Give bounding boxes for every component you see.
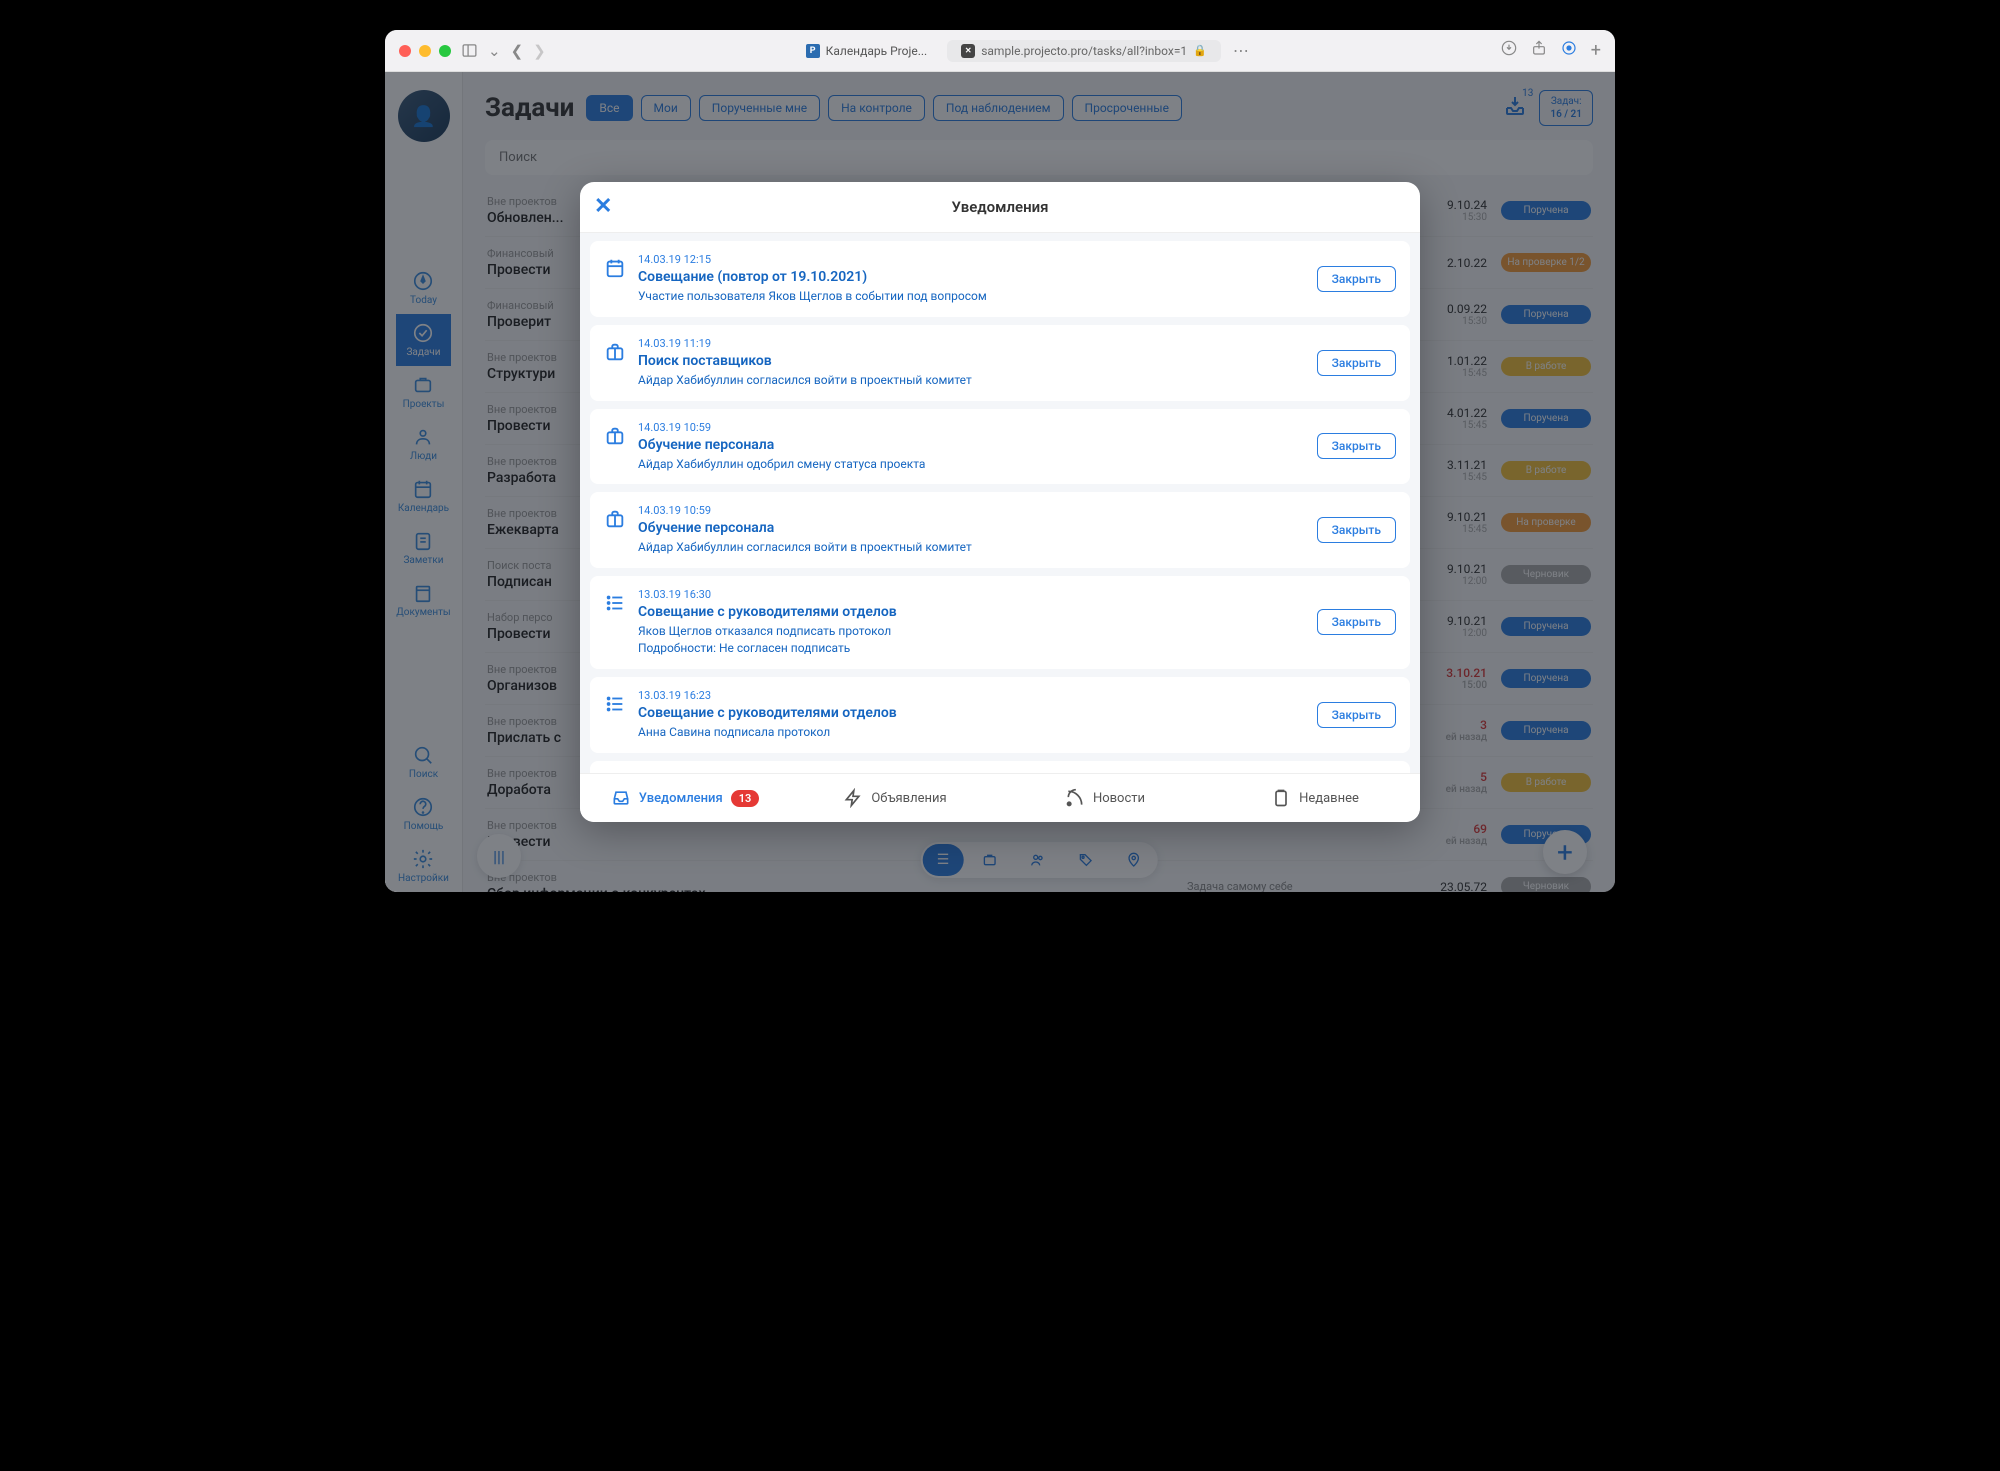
browser-tab[interactable]: P Календарь Proje... (796, 40, 938, 62)
notification-desc: Айдар Хабибуллин одобрил смену статуса п… (638, 456, 1305, 473)
sidebar-toggle-icon[interactable] (461, 42, 478, 59)
lock-icon: 🔒 (1193, 44, 1207, 57)
close-window-icon[interactable] (399, 45, 411, 57)
dismiss-notification-button[interactable]: Закрыть (1317, 433, 1396, 459)
notifications-modal: ✕ Уведомления 14.03.19 12:15 Совещание (… (580, 182, 1420, 822)
notification-desc: Яков Щеглов отказался подписать протокол… (638, 623, 1305, 657)
modal-tab-1[interactable]: Объявления (790, 774, 1000, 822)
chevron-down-icon[interactable]: ⌄ (488, 42, 501, 60)
traffic-lights[interactable] (399, 45, 451, 57)
modal-tab-2[interactable]: Новости (1000, 774, 1210, 822)
share-icon[interactable] (1531, 40, 1547, 61)
notification-timestamp: 14.03.19 11:19 (638, 337, 1305, 350)
notification-title: Совещание с руководителями отделов (638, 705, 1305, 721)
minimize-window-icon[interactable] (419, 45, 431, 57)
dismiss-notification-button[interactable]: Закрыть (1317, 517, 1396, 543)
notification-item[interactable]: 14.03.19 10:59 Обучение персонала Айдар … (590, 492, 1410, 568)
notification-title: Обучение персонала (638, 520, 1305, 536)
cal-icon (604, 257, 626, 283)
maximize-window-icon[interactable] (439, 45, 451, 57)
notification-item[interactable]: 14.03.19 10:59 Обучение персонала Айдар … (590, 409, 1410, 485)
notification-desc: Айдар Хабибуллин согласился войти в прое… (638, 372, 1305, 389)
browser-window: ⌄ ❮ ❯ P Календарь Proje... ✕ sample.proj… (385, 30, 1615, 892)
notification-timestamp: 14.03.19 10:59 (638, 504, 1305, 517)
notification-item[interactable]: 13.03.19 16:23 Совещание с руководителям… (590, 677, 1410, 753)
notification-timestamp: 14.03.19 10:59 (638, 421, 1305, 434)
address-bar[interactable]: ✕ sample.projecto.pro/tasks/all?inbox=1 … (947, 40, 1221, 62)
notification-title: Совещание (повтор от 19.10.2021) (638, 269, 1305, 285)
titlebar: ⌄ ❮ ❯ P Календарь Proje... ✕ sample.proj… (385, 30, 1615, 72)
url-text: sample.projecto.pro/tasks/all?inbox=1 (981, 44, 1187, 58)
case-icon (604, 508, 626, 534)
back-icon[interactable]: ❮ (511, 42, 524, 60)
notification-title: Совещание с руководителями отделов (638, 604, 1305, 620)
tab-title: Календарь Proje... (826, 44, 928, 58)
forward-icon[interactable]: ❯ (533, 42, 546, 60)
record-icon[interactable] (1561, 40, 1577, 61)
notification-timestamp: 14.03.19 12:15 (638, 253, 1305, 266)
notification-item[interactable]: 13.03.19 15:57 Встреча с HR-службой Игор… (590, 761, 1410, 773)
new-tab-icon[interactable]: + (1591, 40, 1601, 61)
modal-overlay[interactable]: ✕ Уведомления 14.03.19 12:15 Совещание (… (385, 72, 1615, 892)
notification-item[interactable]: 13.03.19 16:30 Совещание с руководителям… (590, 576, 1410, 669)
modal-tabs: Уведомления 13 Объявления Новости Недавн… (580, 773, 1420, 822)
site-favicon-icon: ✕ (961, 44, 975, 58)
modal-tab-0[interactable]: Уведомления 13 (580, 774, 790, 822)
close-modal-button[interactable]: ✕ (594, 194, 612, 219)
notification-desc: Участие пользователя Яков Щеглов в событ… (638, 288, 1305, 305)
notification-timestamp: 13.03.19 16:30 (638, 588, 1305, 601)
more-icon[interactable]: ⋯ (1231, 41, 1251, 60)
notification-desc: Анна Савина подписала протокол (638, 724, 1305, 741)
tab-badge: 13 (731, 790, 760, 807)
list-icon (604, 592, 626, 618)
notification-timestamp: 13.03.19 16:23 (638, 689, 1305, 702)
dismiss-notification-button[interactable]: Закрыть (1317, 609, 1396, 635)
case-icon (604, 341, 626, 367)
list-icon (604, 693, 626, 719)
notification-item[interactable]: 14.03.19 11:19 Поиск поставщиков Айдар Х… (590, 325, 1410, 401)
dismiss-notification-button[interactable]: Закрыть (1317, 266, 1396, 292)
case-icon (604, 425, 626, 451)
notification-title: Поиск поставщиков (638, 353, 1305, 369)
notification-desc: Айдар Хабибуллин согласился войти в прое… (638, 539, 1305, 556)
notification-title: Обучение персонала (638, 437, 1305, 453)
modal-tab-3[interactable]: Недавнее (1210, 774, 1420, 822)
tab-favicon-icon: P (806, 44, 820, 58)
dismiss-notification-button[interactable]: Закрыть (1317, 350, 1396, 376)
notification-item[interactable]: 14.03.19 12:15 Совещание (повтор от 19.1… (590, 241, 1410, 317)
app-content: 👤 TodayЗадачиПроектыЛюдиКалендарьЗаметки… (385, 72, 1615, 892)
dismiss-notification-button[interactable]: Закрыть (1317, 702, 1396, 728)
modal-title: Уведомления (951, 198, 1048, 216)
notifications-list: 14.03.19 12:15 Совещание (повтор от 19.1… (580, 233, 1420, 773)
modal-header: ✕ Уведомления (580, 182, 1420, 233)
download-icon[interactable] (1501, 40, 1517, 61)
